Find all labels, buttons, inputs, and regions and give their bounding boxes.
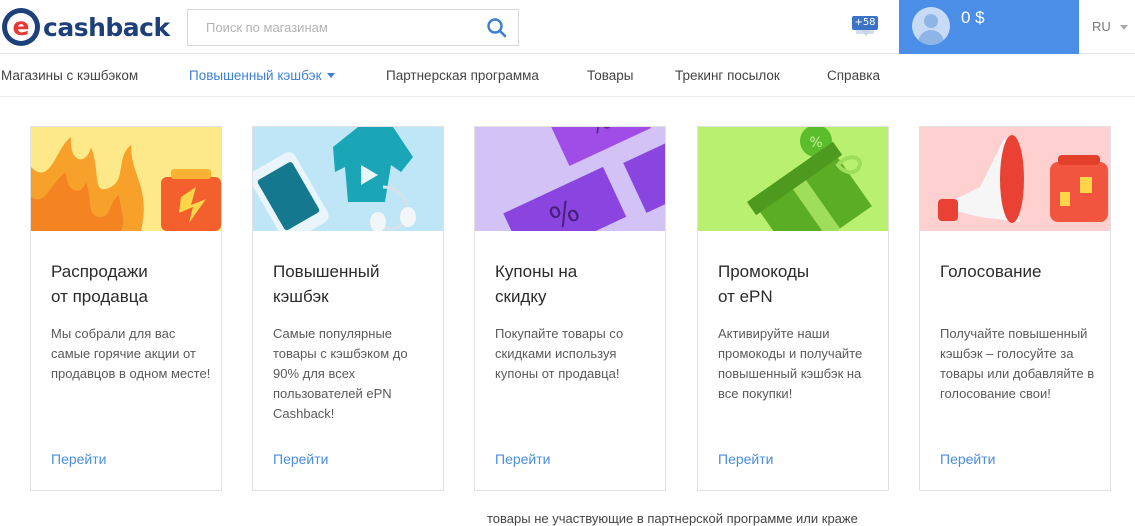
card-title: Купоны на скидку bbox=[495, 262, 578, 306]
header: e cashback +58 0 $ RU bbox=[0, 0, 1135, 54]
nav-item-increased-cashback[interactable]: Повышенный кэшбэк bbox=[189, 68, 336, 83]
logo-icon: e bbox=[2, 8, 40, 46]
logo-text: cashback bbox=[43, 12, 170, 42]
card-discount-coupons[interactable]: % % Купоны на скидку Покупайте товары со… bbox=[474, 126, 666, 491]
card-title: Распродажи от продавца bbox=[51, 262, 148, 306]
card-title: Промокоды от ePN bbox=[718, 262, 810, 306]
card-description: Получайте повышенный кэшбэк – голосуйте … bbox=[940, 326, 1095, 401]
card-go-link[interactable]: Перейти bbox=[273, 451, 328, 467]
increased-cashback-dropdown: Распродажи от продавца Мы собрали для ва… bbox=[0, 98, 1135, 521]
card-seller-sales[interactable]: Распродажи от продавца Мы собрали для ва… bbox=[30, 126, 222, 491]
nav-item-parcel-tracking[interactable]: Трекинг посылок bbox=[675, 68, 780, 83]
card-epn-promocodes[interactable]: % Промокоды от ePN Активируйте наши пром… bbox=[697, 126, 889, 491]
notification-count-badge: +58 bbox=[852, 16, 878, 30]
logo[interactable]: e cashback bbox=[2, 8, 170, 46]
card-description: Покупайте товары со скидками используя к… bbox=[495, 326, 624, 381]
gift-illustration: % bbox=[698, 127, 888, 231]
partial-footer-text: товары не участвующие в партнерской прог… bbox=[487, 511, 858, 526]
card-go-link[interactable]: Перейти bbox=[495, 451, 550, 467]
user-balance: 0 $ bbox=[961, 8, 985, 27]
megaphone-illustration bbox=[920, 127, 1110, 231]
coupons-illustration: % % bbox=[475, 127, 665, 231]
nav-item-products[interactable]: Товары bbox=[587, 68, 633, 83]
card-description: Самые популярные товары с кэшбэком до 90… bbox=[273, 326, 408, 421]
gadgets-illustration bbox=[253, 127, 443, 231]
search-icon[interactable] bbox=[486, 17, 508, 39]
search-input[interactable] bbox=[188, 10, 468, 45]
card-description: Активируйте наши промокоды и получайте п… bbox=[718, 326, 863, 401]
card-title: Голосование bbox=[940, 262, 1042, 281]
avatar-icon bbox=[912, 7, 950, 45]
language-selector[interactable]: RU bbox=[1092, 19, 1111, 34]
main-nav: Магазины с кэшбэком Повышенный кэшбэк Па… bbox=[0, 55, 1135, 97]
nav-item-help[interactable]: Справка bbox=[827, 68, 880, 83]
nav-item-partner-program[interactable]: Партнерская программа bbox=[386, 68, 539, 83]
card-go-link[interactable]: Перейти bbox=[51, 451, 106, 467]
card-description: Мы собрали для вас самые горячие акции о… bbox=[51, 326, 211, 381]
card-title: Повышенный кэшбэк bbox=[273, 262, 380, 306]
caret-down-icon bbox=[327, 73, 336, 78]
user-account-button[interactable]: 0 $ bbox=[899, 0, 1079, 54]
card-voting[interactable]: Голосование Получайте повышенный кэшбэк … bbox=[919, 126, 1111, 491]
card-go-link[interactable]: Перейти bbox=[940, 451, 995, 467]
svg-text:%: % bbox=[809, 135, 822, 151]
notifications-button[interactable]: +58 bbox=[852, 13, 882, 39]
nav-item-stores[interactable]: Магазины с кэшбэком bbox=[1, 68, 138, 83]
chevron-down-icon bbox=[1120, 25, 1128, 30]
card-go-link[interactable]: Перейти bbox=[718, 451, 773, 467]
fire-sale-illustration bbox=[31, 127, 221, 231]
card-increased-cashback[interactable]: Повышенный кэшбэк Самые популярные товар… bbox=[252, 126, 444, 491]
search-box bbox=[187, 9, 519, 46]
